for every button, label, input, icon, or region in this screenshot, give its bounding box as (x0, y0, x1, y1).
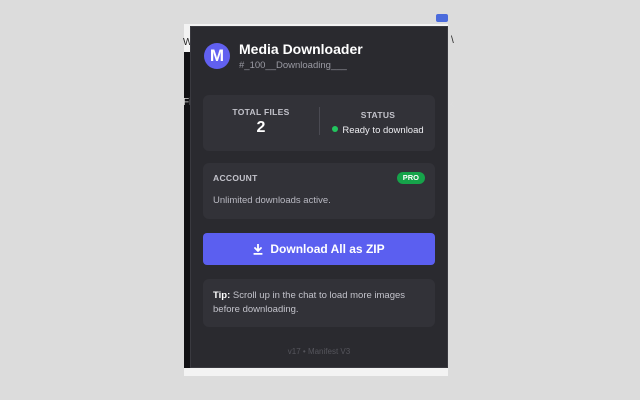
stats-divider (319, 107, 320, 135)
host-page-bottom-strip (184, 368, 448, 376)
app-logo: M (204, 43, 230, 69)
account-label: ACCOUNT (213, 173, 258, 183)
popup-header: M Media Downloader #_100__Downloading___ (203, 41, 435, 73)
download-button-label: Download All as ZIP (270, 242, 385, 256)
pro-badge: PRO (396, 172, 425, 184)
stats-card: TOTAL FILES 2 STATUS Ready to download (203, 95, 435, 151)
total-files-value: 2 (256, 119, 266, 136)
tip-prefix: Tip: (213, 290, 231, 301)
account-card: ACCOUNT PRO Unlimited downloads active. (203, 163, 435, 219)
status-label: STATUS (360, 110, 396, 120)
host-page-toolbar-icon (436, 14, 448, 22)
tip-text: Tip: Scroll up in the chat to load more … (213, 289, 425, 317)
download-icon (253, 243, 263, 255)
host-page-text-fragment: \ (451, 35, 454, 46)
status-dot-icon (332, 126, 339, 132)
account-message: Unlimited downloads active. (213, 195, 331, 206)
host-page-text-fragment: k (449, 99, 454, 110)
status-stat: STATUS Ready to download (321, 95, 435, 151)
tip-body: Scroll up in the chat to load more image… (213, 290, 406, 315)
status-value: Ready to download (342, 125, 424, 136)
app-subtitle: #_100__Downloading___ (239, 60, 347, 71)
total-files-label: TOTAL FILES (232, 107, 290, 117)
extension-popup: M Media Downloader #_100__Downloading___… (190, 26, 448, 368)
app-title: Media Downloader (239, 41, 363, 57)
total-files-stat: TOTAL FILES 2 (203, 95, 319, 151)
status-line: Ready to download (321, 125, 435, 136)
tip-card: Tip: Scroll up in the chat to load more … (203, 279, 435, 327)
download-all-zip-button[interactable]: Download All as ZIP (203, 233, 435, 265)
version-label: v17 • Manifest V3 (287, 347, 351, 356)
